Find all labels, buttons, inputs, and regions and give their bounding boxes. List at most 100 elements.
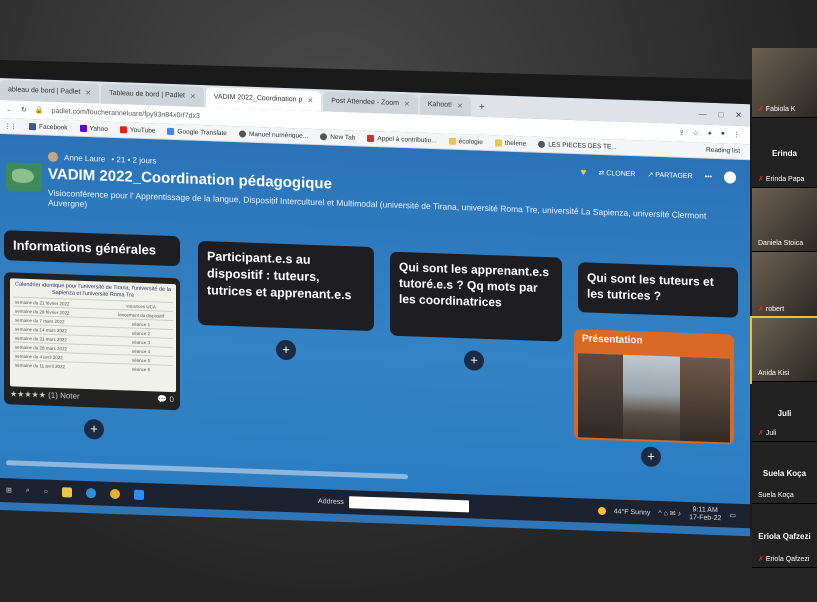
participant-name: ✗ Juli [758, 429, 776, 437]
calendar-post[interactable]: Calendrier identique pour l'université d… [4, 272, 180, 411]
clock[interactable]: 9:11 AM 17-Feb-22 [689, 506, 721, 523]
apps-icon[interactable]: ⋮⋮ [4, 122, 17, 130]
add-post-button[interactable]: + [464, 350, 484, 371]
close-icon[interactable]: ✕ [404, 100, 410, 114]
close-icon[interactable]: ✕ [457, 102, 463, 116]
more-icon[interactable]: ••• [705, 173, 712, 180]
bookmark-label: thelene [504, 139, 527, 148]
tray-icons[interactable]: ^ ⌂ ✉ ♪ [658, 509, 681, 518]
bookmark-new-tab[interactable]: New Tab [320, 133, 356, 142]
weather-text[interactable]: 44°F Sunny [614, 508, 651, 516]
clone-button[interactable]: ⇄ CLONER [598, 169, 635, 178]
new-tab-button[interactable]: + [473, 102, 491, 118]
bookmark-ecologie[interactable]: écologie [448, 137, 483, 146]
edge-icon[interactable] [86, 488, 97, 499]
column-header-apprenants[interactable]: Qui sont les apprenant.e.s tutoré.e.s ? … [390, 251, 562, 342]
share-label: PARTAGER [655, 171, 693, 181]
site-icon [367, 134, 375, 142]
participant-name-text: Fabiola K [765, 106, 796, 113]
bookmark-label: Reading list [706, 146, 740, 155]
bookmark-facebook[interactable]: Facebook [29, 122, 68, 131]
comment-count[interactable]: 💬 0 [157, 394, 174, 404]
folder-icon [448, 137, 456, 145]
avatar [48, 151, 58, 163]
youtube-icon [119, 126, 127, 134]
bookmark-google-translate[interactable]: Google Translate [167, 127, 227, 137]
add-post-button[interactable]: + [641, 446, 661, 468]
file-explorer-icon[interactable] [62, 487, 73, 498]
muted-mic-icon: ✗ [758, 430, 764, 437]
participant-display-name: Erinda [772, 149, 797, 159]
presentation-post[interactable]: Présentation [574, 329, 734, 445]
reload-icon[interactable]: ↻ [21, 106, 27, 114]
profile-icon[interactable]: ● [721, 130, 725, 138]
column-header-participants[interactable]: Participant.e.s au dispositif : tuteurs,… [198, 240, 374, 332]
close-icon[interactable]: ✕ [307, 97, 313, 111]
participant-tile[interactable]: Erinda ✗ Erinda Papa [752, 118, 817, 188]
participant-tile[interactable]: Daniela Stoica [752, 188, 817, 252]
bookmark-manuel[interactable]: Manuel numérique... [238, 130, 308, 140]
star-icon[interactable]: ☆ [693, 129, 699, 137]
participant-tile[interactable]: Suela Koça Suela Koça [752, 442, 817, 504]
calendar-image: Calendrier identique pour l'université d… [10, 278, 176, 393]
participant-name: ✗ Erinda Papa [758, 175, 804, 183]
presentation-label: Présentation [582, 333, 643, 347]
board-actions: ♥ ⇄ CLONER ↗ PARTAGER ••• [581, 166, 736, 184]
facebook-icon [29, 122, 36, 131]
search-icon[interactable]: ⌕ [26, 487, 30, 495]
share-icon[interactable]: ⇪ [679, 129, 685, 137]
bookmark-youtube[interactable]: YouTube [119, 126, 155, 135]
column-header-tuteurs[interactable]: Qui sont les tuteurs et les tutrices ? [578, 262, 738, 318]
participant-tile[interactable]: Juli ✗ Juli [752, 382, 817, 442]
maximize-icon[interactable]: □ [718, 110, 723, 119]
calendar-date: semaine du 7 mars 2022 [15, 317, 65, 324]
back-icon[interactable]: ← [6, 106, 13, 113]
bookmark-appel[interactable]: Appel à contributio... [367, 134, 437, 144]
close-window-icon[interactable]: ✕ [735, 111, 742, 120]
bookmark-pieces[interactable]: LES PIECES DES TE... [538, 140, 617, 151]
bookmark-label: écologie [458, 138, 483, 146]
participant-name: Daniela Stoica [758, 240, 803, 247]
task-view-icon[interactable]: ○ [44, 488, 48, 495]
address-label: Address [318, 497, 344, 506]
comment-count-value: 0 [169, 394, 174, 405]
minimize-icon[interactable]: — [698, 109, 706, 118]
tab-kahoot[interactable]: Kahoot! ✕ [419, 94, 471, 117]
participant-name-text: Juli [765, 430, 777, 437]
participant-display-name: Eriola Qafzezi [758, 532, 811, 542]
participant-tile[interactable]: Eriola Qafzezi ✗ Eriola Qafzezi [752, 504, 817, 568]
participant-name: Anida Kisi [758, 370, 789, 377]
rating-stars[interactable]: ★★★★★ (1) Noter [10, 389, 80, 400]
account-avatar[interactable] [724, 171, 736, 184]
participant-tile[interactable]: ✗ Fabiola K [752, 48, 817, 118]
reading-list[interactable]: Reading list [706, 147, 750, 156]
notifications-icon[interactable]: ▭ [729, 511, 736, 519]
participant-tile-active[interactable]: Anida Kisi [750, 316, 817, 384]
tab-label: Kahoot! [427, 100, 452, 109]
chrome-icon[interactable] [110, 488, 121, 500]
share-button[interactable]: ↗ PARTAGER [647, 171, 692, 181]
horizontal-scrollbar[interactable] [6, 460, 408, 480]
address-toolbar: Address [318, 495, 469, 513]
padlet-board: Anne Laure • 21 • 2 jours VADIM 2022_Coo… [0, 134, 750, 505]
participant-tile[interactable]: ✗ robert [752, 252, 817, 318]
windows-start-icon[interactable]: ⊞ [6, 486, 12, 494]
extensions-icon[interactable]: ✦ [707, 130, 713, 138]
menu-icon[interactable]: ⋮ [733, 131, 740, 139]
address-input[interactable] [348, 496, 469, 513]
heart-icon[interactable]: ♥ [581, 167, 587, 178]
add-post-button[interactable]: + [276, 339, 296, 361]
add-post-button[interactable]: + [84, 418, 104, 440]
bookmark-thelene[interactable]: thelene [494, 139, 527, 148]
participant-display-name: Juli [777, 408, 792, 418]
bookmark-yahoo[interactable]: Yahoo [79, 124, 108, 133]
google-icon [167, 127, 175, 135]
participant-name-text: Anida Kisi [758, 370, 790, 377]
zoom-icon[interactable] [134, 489, 145, 501]
bookmark-label: New Tab [330, 133, 356, 142]
monitor-screen: ableau de bord | Padlet ✕ Tableau de bord… [0, 78, 750, 537]
column-header-informations[interactable]: Informations générales [4, 230, 180, 267]
close-icon[interactable]: ✕ [190, 93, 196, 107]
close-icon[interactable]: ✕ [85, 89, 91, 103]
url-field[interactable]: padlet.com/foucheranneluare/fpy93n84x0rf… [52, 107, 200, 119]
